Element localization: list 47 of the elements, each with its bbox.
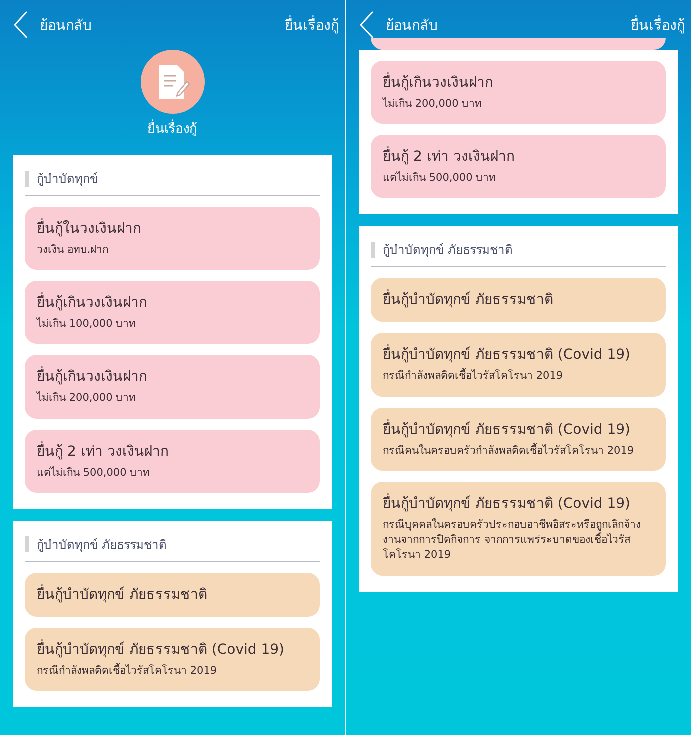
chevron-left-icon [360,11,374,39]
section-title: กู้บำบัดทุกข์ [37,171,98,188]
header-title: ยื่นเรื่องกู้ [148,118,198,139]
loan-option[interactable]: ยื่นกู้เกินวงเงินฝาก ไม่เกิน 200,000 บาท [371,61,666,124]
loan-option-title: ยื่นกู้เกินวงเงินฝาก [383,71,654,93]
loan-option-subtitle: แต่ไม่เกิน 500,000 บาท [37,466,152,481]
loan-option-title: ยื่นกู้บำบัดทุกข์ ภัยธรรมชาติ (Covid 19) [37,638,286,660]
section-marker [25,170,29,186]
loan-option-title: ยื่นกู้บำบัดทุกข์ ภัยธรรมชาติ (Covid 19) [383,418,632,440]
loan-option-title: ยื่นกู้บำบัดทุกข์ ภัยธรรมชาติ (Covid 19) [383,343,654,366]
loan-option-subtitle: กรณีบุคคลในครอบครัวประกอบอาชีพอิสระหรือถูกเลิกจ้างงานจากการปิดกิจการ จากการแพร่ระบาดของเชื้อไวรัสโคโรนา 2019 [383,518,642,564]
back-button[interactable]: ย้อนกลับ [14,11,92,39]
loan-option[interactable]: ยื่นกู้เกินวงเงินฝาก ไม่เกิน 100,000 บาท [25,281,320,344]
loan-option-subtitle: กรณีกำลังพลติดเชื้อไวรัสโคโรนา 2019 [37,664,218,679]
loan-option-subtitle: ไม่เกิน 200,000 บาท [37,391,138,406]
nav-title: ยื่นเรื่องกู้ [631,14,685,36]
loan-option-subtitle: กรณีคนในครอบครัวกำลังพลติดเชื้อไวรัสโคโรนา 2019 [383,444,636,459]
loan-option-title: ยื่นกู้ในวงเงินฝาก [37,217,308,239]
loan-option[interactable]: ยื่นกู้บำบัดทุกข์ ภัยธรรมชาติ [371,278,666,322]
loan-option-subtitle: กรณีกำลังพลติดเชื้อไวรัสโคโรนา 2019 [383,369,564,384]
section-title: กู้บำบัดทุกข์ ภัยธรรมชาติ [383,242,513,260]
loan-option-title: ยื่นกู้เกินวงเงินฝาก [37,365,308,388]
section-marker [371,242,375,258]
loan-option-subtitle: ไม่เกิน 100,000 บาท [37,317,138,332]
loan-option-title: ยื่นกู้ 2 เท่า วงเงินฝาก [37,440,170,462]
loan-option-title: ยื่นกู้เกินวงเงินฝาก [37,291,308,314]
nav-title: ยื่นเรื่องกู้ [285,14,339,36]
section-marker [25,536,29,552]
loan-option[interactable]: ยื่นกู้บำบัดทุกข์ ภัยธรรมชาติ (Covid 19) กรณีกำลังพลติดเชื้อไวรัสโคโรนา 2019 [25,628,320,692]
loan-option[interactable]: ยื่นกู้บำบัดทุกข์ ภัยธรรมชาติ (Covid 19) กรณีบุคคลในครอบครัวประกอบอาชีพอิสระหรือถูกเลิกจ้างงานจากการปิดกิจการ จากการแพร่ระบาดของเชื้อไวรัสโคโรนา 2019 [371,482,666,576]
section-title: กู้บำบัดทุกข์ ภัยธรรมชาติ [37,536,167,554]
loan-option[interactable]: ยื่นกู้ 2 เท่า วงเงินฝาก แต่ไม่เกิน 500,000 บาท [371,135,666,198]
loan-option-title: ยื่นกู้ 2 เท่า วงเงินฝาก [383,145,654,168]
loan-option[interactable]: ยื่นกู้บำบัดทุกข์ ภัยธรรมชาติ (Covid 19) กรณีกำลังพลติดเชื้อไวรัสโคโรนา 2019 [371,333,666,397]
loan-option[interactable]: ยื่นกู้ในวงเงินฝาก วงเงิน อทบ.ฝาก [25,207,320,270]
loan-option[interactable]: ยื่นกู้ 2 เท่า วงเงินฝาก แต่ไม่เกิน 500,000 บาท [25,430,320,493]
loan-option[interactable]: ยื่นกู้เกินวงเงินฝาก ไม่เกิน 200,000 บาท [25,355,320,419]
loan-option-subtitle: วงเงิน อทบ.ฝาก [37,243,110,258]
loan-option-subtitle: ไม่เกิน 200,000 บาท [383,97,484,112]
loan-option[interactable]: ยื่นกู้บำบัดทุกข์ ภัยธรรมชาติ (Covid 19) กรณีคนในครอบครัวกำลังพลติดเชื้อไวรัสโคโรนา 2019 [371,408,666,471]
loan-option-title: ยื่นกู้บำบัดทุกข์ ภัยธรรมชาติ [37,584,208,605]
loan-option[interactable]: ยื่นกู้บำบัดทุกข์ ภัยธรรมชาติ [25,572,320,617]
loan-option-title: ยื่นกู้บำบัดทุกข์ ภัยธรรมชาติ (Covid 19) [383,492,632,514]
loan-option-subtitle: แต่ไม่เกิน 500,000 บาท [383,171,498,186]
loan-option-title: ยื่นกู้บำบัดทุกข์ ภัยธรรมชาติ [383,288,654,310]
back-button[interactable]: ย้อนกลับ [360,11,438,39]
chevron-left-icon [14,11,28,39]
